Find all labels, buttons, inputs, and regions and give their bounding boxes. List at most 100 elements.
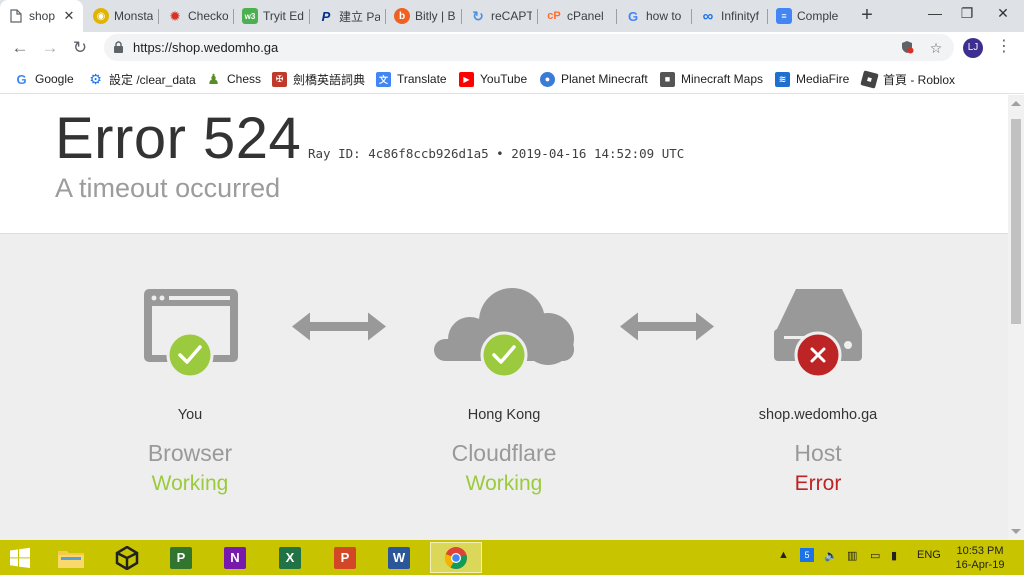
url-text: https://shop.wedomho.ga xyxy=(133,40,279,55)
ray-id: Ray ID: 4c86f8ccb926d1a5 • 2019-04-16 14… xyxy=(308,146,685,161)
onenote-icon[interactable]: N xyxy=(218,542,252,573)
google-icon: G xyxy=(16,71,27,87)
menu-icon[interactable]: ⋮ xyxy=(996,36,1012,56)
volume-icon[interactable]: 🔈 xyxy=(824,549,838,562)
bookmark-star-icon[interactable]: ☆ xyxy=(928,40,944,56)
tab-title: Bitly | B xyxy=(415,9,456,23)
blocked-popup-icon[interactable] xyxy=(899,40,915,56)
bookmark-planet-minecraft[interactable]: ● Planet Minecraft xyxy=(540,70,648,88)
recaptcha-icon: ↻ xyxy=(472,7,484,24)
tray-overflow-icon[interactable]: ▲ xyxy=(778,549,789,561)
bookmark-label: Google xyxy=(35,72,74,86)
unity-icon[interactable] xyxy=(110,542,144,573)
browser-location: You xyxy=(177,407,203,423)
scroll-thumb[interactable] xyxy=(1011,119,1021,324)
tab-0[interactable]: shop ✕ xyxy=(0,0,83,32)
close-window-icon[interactable]: ✕ xyxy=(988,0,1018,28)
mediafire-icon: ≋ xyxy=(775,71,790,87)
tab-title: cPanel xyxy=(567,9,604,23)
bookmark-minecraft-maps[interactable]: ■ Minecraft Maps xyxy=(660,70,763,88)
bookmark-label: YouTube xyxy=(480,72,528,86)
powerpoint-label: P xyxy=(334,546,356,569)
back-icon[interactable]: ← xyxy=(8,36,32,60)
windows-taskbar: P N X P W ▲ 5 🔈 ▥ ▭ ▮ ENG 10:53 PM 16-Ap… xyxy=(0,540,1024,575)
chrome-icon[interactable] xyxy=(430,542,482,573)
lock-icon xyxy=(114,41,123,53)
powerpoint-icon[interactable]: P xyxy=(328,542,362,573)
battery-icon[interactable]: ▭ xyxy=(870,549,880,562)
browser-name: Browser xyxy=(147,440,233,466)
translate-icon: 文 xyxy=(376,71,391,87)
bookmark-cambridge[interactable]: ✠ 劍橋英語詞典 xyxy=(272,70,365,88)
tab-title: Checko xyxy=(188,9,228,23)
clock[interactable]: 10:53 PM 16-Apr-19 xyxy=(947,544,1013,572)
start-button[interactable] xyxy=(3,542,37,573)
tab-strip: shop ✕ ◉ Monsta ✹ Checko w3 Tryit Ed P 建… xyxy=(0,0,1024,32)
bookmark-translate[interactable]: 文 Translate xyxy=(376,70,447,88)
tab-title: reCAPT xyxy=(491,9,532,23)
page-scrollbar[interactable] xyxy=(1008,95,1024,540)
file-explorer-icon[interactable] xyxy=(54,542,88,573)
bookmark-label: Chess xyxy=(227,72,262,86)
tab-2[interactable]: ✹ Checko xyxy=(159,0,234,32)
tab-9[interactable]: ∞ Infinityf xyxy=(692,0,768,32)
roblox-icon: ■ xyxy=(860,69,879,89)
bookmark-label: MediaFire xyxy=(796,72,850,86)
chess-pawn-icon: ♟ xyxy=(207,70,220,87)
browser-status: Working xyxy=(151,472,229,495)
bookmark-mediafire[interactable]: ≋ MediaFire xyxy=(775,70,849,88)
tab-7[interactable]: cP cPanel xyxy=(538,0,617,32)
address-bar[interactable]: https://shop.wedomho.ga ☆ xyxy=(104,34,954,61)
bookmark-label: 首頁 - Roblox xyxy=(883,72,956,87)
forward-icon[interactable]: → xyxy=(38,36,62,60)
cloudflare-name: Cloudflare xyxy=(451,440,557,466)
tab-4[interactable]: P 建立 Pa xyxy=(310,0,386,32)
html5-tray-icon[interactable]: 5 xyxy=(800,548,814,562)
checkout-icon: ✹ xyxy=(169,7,181,24)
scroll-up-icon[interactable] xyxy=(1011,101,1021,106)
excel-label: X xyxy=(279,546,301,569)
bookmark-chess[interactable]: ♟ Chess xyxy=(206,70,261,88)
cloudflare-check-icon xyxy=(480,331,528,379)
new-tab-button[interactable]: + xyxy=(855,4,879,28)
error-page: Error 524 Ray ID: 4c86f8ccb926d1a5 • 201… xyxy=(0,95,1008,540)
error-header: Error 524 Ray ID: 4c86f8ccb926d1a5 • 201… xyxy=(0,95,1008,233)
bookmark-youtube[interactable]: ▶ YouTube xyxy=(459,70,527,88)
restore-icon[interactable]: ❐ xyxy=(952,0,982,28)
bookmark-google[interactable]: G Google xyxy=(14,70,74,88)
tab-3[interactable]: w3 Tryit Ed xyxy=(234,0,310,32)
tab-1[interactable]: ◉ Monsta xyxy=(85,0,159,32)
double-arrow-icon xyxy=(620,312,714,341)
minimize-icon[interactable]: — xyxy=(920,0,950,28)
bookmark-label: 設定 /clear_data xyxy=(109,72,196,87)
tab-title: Tryit Ed xyxy=(263,9,304,23)
profile-avatar[interactable]: LJ xyxy=(963,38,983,58)
bookmark-label: Translate xyxy=(397,72,447,86)
infinity-icon: ∞ xyxy=(702,7,714,25)
cloudflare-location: Hong Kong xyxy=(467,407,541,423)
tab-8[interactable]: G how to xyxy=(617,0,692,32)
browser-check-icon xyxy=(166,331,214,379)
bookmark-roblox[interactable]: ■ 首頁 - Roblox xyxy=(860,69,956,89)
excel-icon[interactable]: X xyxy=(273,542,307,573)
reload-icon[interactable]: ↻ xyxy=(68,36,92,60)
language-indicator[interactable]: ENG xyxy=(917,549,941,561)
project-icon[interactable]: P xyxy=(164,542,198,573)
bookmark-label: Minecraft Maps xyxy=(681,72,764,86)
cpanel-icon: cP xyxy=(547,10,561,22)
tab-10[interactable]: ≡ Comple xyxy=(768,0,846,32)
network-icon[interactable]: ▥ xyxy=(847,549,857,562)
tab-5[interactable]: b Bitly | B xyxy=(386,0,462,32)
gear-icon: ⚙ xyxy=(89,70,102,87)
word-label: W xyxy=(388,546,410,569)
bookmark-settings[interactable]: ⚙ 設定 /clear_data xyxy=(88,70,196,88)
double-arrow-icon xyxy=(292,312,386,341)
tab-6[interactable]: ↻ reCAPT xyxy=(462,0,538,32)
google-icon: G xyxy=(627,8,639,24)
youtube-icon: ▶ xyxy=(459,71,474,87)
scroll-down-icon[interactable] xyxy=(1011,529,1021,534)
signal-icon[interactable]: ▮ xyxy=(891,549,897,562)
close-tab-icon[interactable]: ✕ xyxy=(61,8,77,24)
word-icon[interactable]: W xyxy=(382,542,416,573)
cloudflare-status: Working xyxy=(465,472,543,495)
